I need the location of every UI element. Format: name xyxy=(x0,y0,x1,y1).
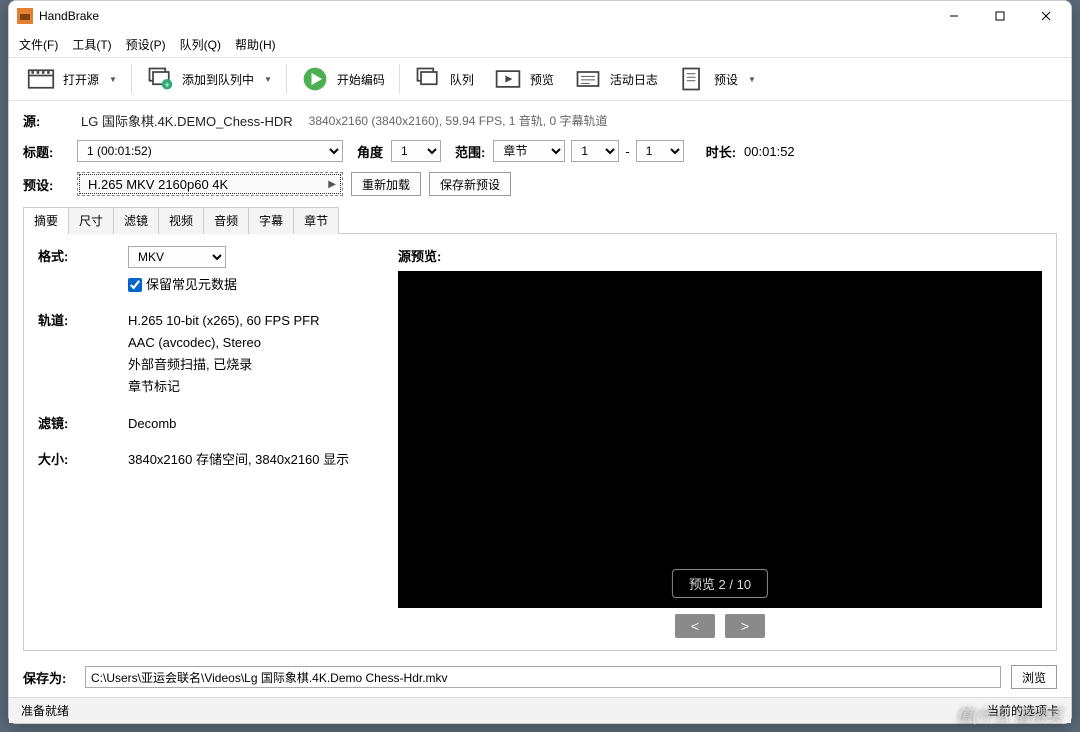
tab-dimensions[interactable]: 尺寸 xyxy=(68,207,114,234)
preview-prev-button[interactable]: < xyxy=(675,614,715,638)
range-to-select[interactable]: 1 xyxy=(636,140,684,162)
tracks-label: 轨道: xyxy=(38,310,128,398)
title-row: 标题: 1 (00:01:52) 角度 1 范围: 章节 1 - 1 时长: 0… xyxy=(23,140,1057,162)
source-info: 3840x2160 (3840x2160), 59.94 FPS, 1 音轨, … xyxy=(309,112,608,129)
preview-next-button[interactable]: > xyxy=(725,614,765,638)
tab-chapters[interactable]: 章节 xyxy=(293,207,339,234)
format-select[interactable]: MKV xyxy=(128,246,226,268)
activity-log-button[interactable]: 活动日志 xyxy=(568,61,664,97)
tracks-value: H.265 10-bit (x265), 60 FPS PFR AAC (avc… xyxy=(128,310,319,398)
presets-icon xyxy=(678,65,706,93)
filters-label: 滤镜: xyxy=(38,413,128,435)
main-window: HandBrake 文件(F) 工具(T) 预设(P) 队列(Q) 帮助(H) … xyxy=(8,0,1072,724)
size-value: 3840x2160 存储空间, 3840x2160 显示 xyxy=(128,449,349,471)
tab-body: 格式: MKV 保留常见元数据 轨道: H.265 10-bit (x265),… xyxy=(23,234,1057,651)
save-label: 保存为: xyxy=(23,668,75,687)
menu-file[interactable]: 文件(F) xyxy=(19,36,58,53)
preset-select[interactable]: H.265 MKV 2160p60 4K ▶ xyxy=(77,172,343,196)
presets-button[interactable]: 预设▼ xyxy=(672,61,762,97)
film-icon xyxy=(27,65,55,93)
preset-label: 预设: xyxy=(23,175,69,194)
add-queue-button[interactable]: + 添加到队列中▼ xyxy=(140,61,278,97)
duration-label: 时长: xyxy=(706,142,736,161)
save-row: 保存为: 浏览 xyxy=(23,665,1057,689)
preset-row: 预设: H.265 MKV 2160p60 4K ▶ 重新加载 保存新预设 xyxy=(23,172,1057,196)
browse-button[interactable]: 浏览 xyxy=(1011,665,1057,689)
tab-summary[interactable]: 摘要 xyxy=(23,207,69,234)
content-area: 源: LG 国际象棋.4K.DEMO_Chess-HDR 3840x2160 (… xyxy=(9,101,1071,697)
menu-queue[interactable]: 队列(Q) xyxy=(180,36,221,53)
angle-select[interactable]: 1 xyxy=(391,140,441,162)
filters-value: Decomb xyxy=(128,413,176,435)
title-select[interactable]: 1 (00:01:52) xyxy=(77,140,343,162)
preview-area: 预览 2 / 10 xyxy=(398,271,1042,608)
open-source-button[interactable]: 打开源▼ xyxy=(21,61,123,97)
close-button[interactable] xyxy=(1023,1,1069,31)
menubar: 文件(F) 工具(T) 预设(P) 队列(Q) 帮助(H) xyxy=(9,31,1071,57)
preview-icon xyxy=(494,65,522,93)
tab-video[interactable]: 视频 xyxy=(158,207,204,234)
size-label: 大小: xyxy=(38,449,128,471)
minimize-button[interactable] xyxy=(931,1,977,31)
queue-button[interactable]: 队列 xyxy=(408,61,480,97)
tab-subtitles[interactable]: 字幕 xyxy=(248,207,294,234)
log-icon xyxy=(574,65,602,93)
preview-column: 源预览: 预览 2 / 10 < > xyxy=(398,246,1042,638)
keep-metadata-label: 保留常见元数据 xyxy=(146,274,237,296)
add-queue-icon: + xyxy=(146,65,174,93)
status-text: 准备就绪 xyxy=(21,702,69,719)
summary-left: 格式: MKV 保留常见元数据 轨道: H.265 10-bit (x265),… xyxy=(38,246,378,638)
save-new-preset-button[interactable]: 保存新预设 xyxy=(429,172,511,196)
source-name: LG 国际象棋.4K.DEMO_Chess-HDR xyxy=(81,111,293,130)
menu-help[interactable]: 帮助(H) xyxy=(235,36,276,53)
window-title: HandBrake xyxy=(39,9,931,23)
duration-value: 00:01:52 xyxy=(744,144,795,159)
save-path-input[interactable] xyxy=(85,666,1001,688)
menu-tools[interactable]: 工具(T) xyxy=(72,36,111,53)
svg-text:+: + xyxy=(164,80,169,90)
statusbar: 准备就绪 当前的选项卡 xyxy=(9,697,1071,723)
preview-button[interactable]: 预览 xyxy=(488,61,560,97)
range-from-select[interactable]: 1 xyxy=(571,140,619,162)
preview-counter: 预览 2 / 10 xyxy=(672,569,768,598)
preview-label: 源预览: xyxy=(398,246,1042,265)
angle-label: 角度 xyxy=(357,142,383,161)
titlebar: HandBrake xyxy=(9,1,1071,31)
format-label: 格式: xyxy=(38,246,128,296)
range-label: 范围: xyxy=(455,142,485,161)
tab-audio[interactable]: 音频 xyxy=(203,207,249,234)
maximize-button[interactable] xyxy=(977,1,1023,31)
title-label: 标题: xyxy=(23,142,69,161)
source-row: 源: LG 国际象棋.4K.DEMO_Chess-HDR 3840x2160 (… xyxy=(23,111,1057,130)
start-encode-button[interactable]: 开始编码 xyxy=(295,61,391,97)
queue-icon xyxy=(414,65,442,93)
chevron-right-icon: ▶ xyxy=(328,179,336,190)
toolbar: 打开源▼ + 添加到队列中▼ 开始编码 队列 预览 活动日志 预设▼ xyxy=(9,57,1071,101)
range-dash: - xyxy=(625,144,629,159)
reload-preset-button[interactable]: 重新加载 xyxy=(351,172,421,196)
tabs: 摘要 尺寸 滤镜 视频 音频 字幕 章节 xyxy=(23,206,1057,234)
play-icon xyxy=(301,65,329,93)
range-type-select[interactable]: 章节 xyxy=(493,140,565,162)
tab-filters[interactable]: 滤镜 xyxy=(113,207,159,234)
watermark: 值(什么 值得买 xyxy=(956,702,1062,726)
menu-presets[interactable]: 预设(P) xyxy=(126,36,166,53)
keep-metadata-checkbox[interactable] xyxy=(128,278,142,292)
source-label: 源: xyxy=(23,111,69,130)
app-icon xyxy=(17,8,33,24)
